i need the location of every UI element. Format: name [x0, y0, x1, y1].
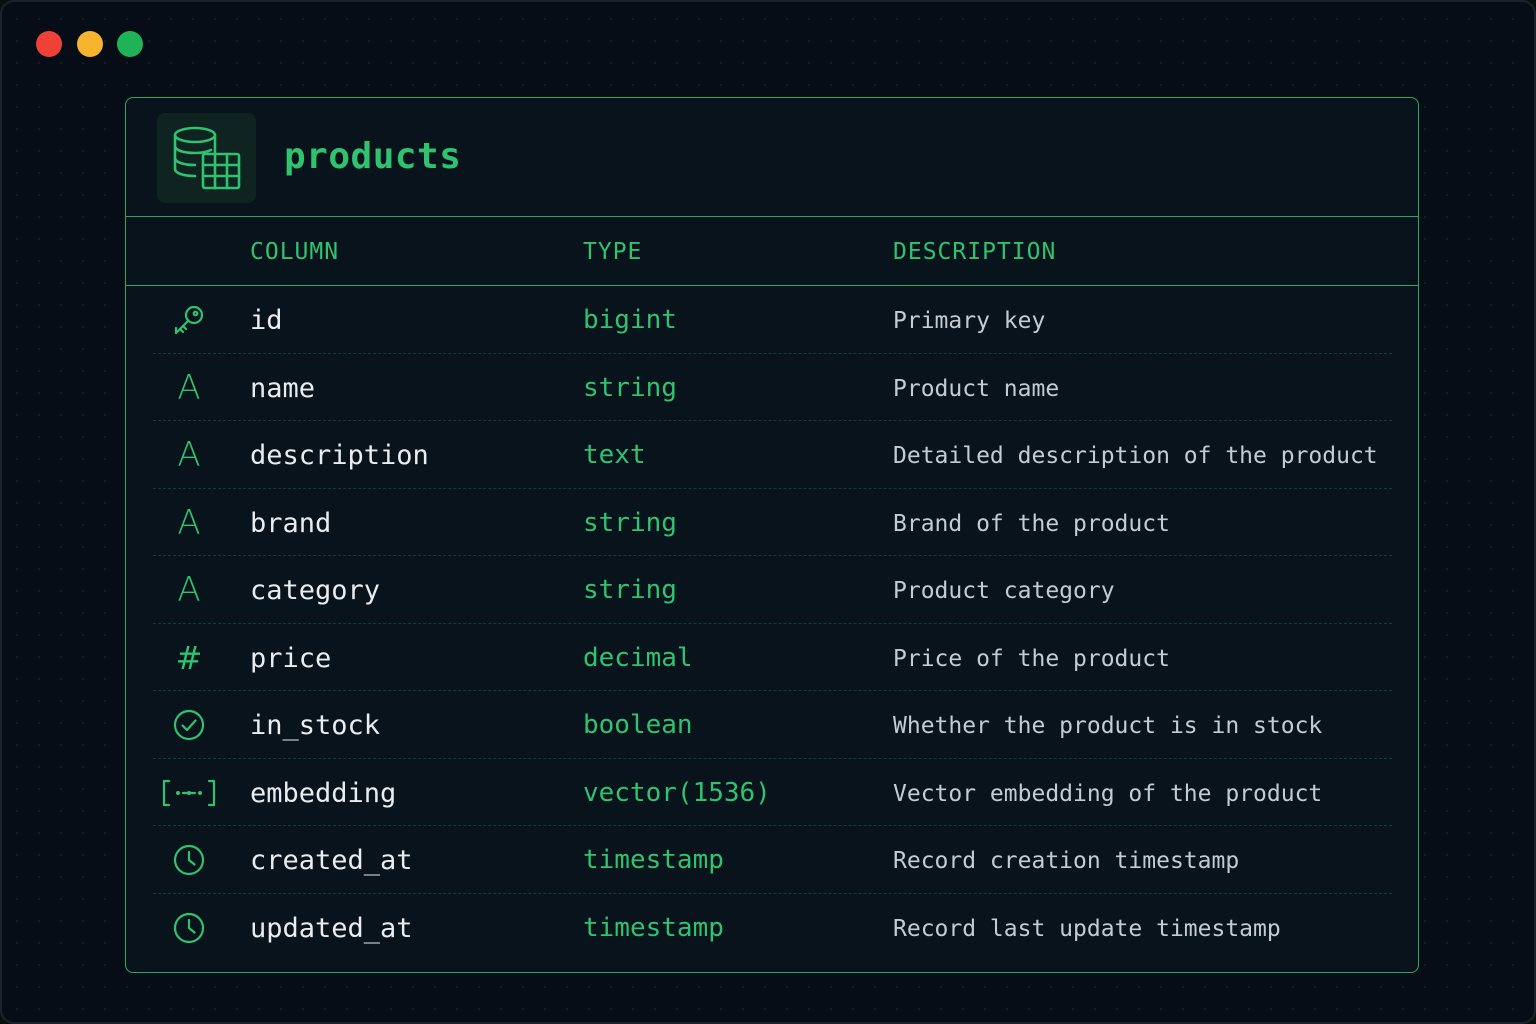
column-name: name — [250, 372, 316, 404]
column-description: Vector embedding of the product — [893, 780, 1323, 807]
column-description: Price of the product — [893, 645, 1170, 672]
column-name: price — [250, 642, 332, 674]
column-type: decimal — [583, 642, 693, 673]
database-table-icon — [157, 113, 256, 203]
table-row[interactable]: A category string Product category — [126, 556, 1418, 624]
table-rows: id bigint Primary key A name string Prod… — [126, 286, 1418, 961]
column-description: Detailed description of the product — [893, 443, 1378, 469]
text-icon: A — [177, 367, 201, 408]
text-icon: A — [177, 435, 201, 475]
column-description: Record last update timestamp — [893, 915, 1281, 942]
clock-icon — [160, 843, 218, 877]
table-row[interactable]: embedding vector(1536) Vector embedding … — [126, 759, 1418, 827]
column-type: string — [583, 507, 677, 538]
clock-icon — [160, 911, 218, 945]
column-name: created_at — [250, 845, 413, 876]
column-name: updated_at — [250, 912, 413, 944]
table-row[interactable]: A name string Product name — [126, 354, 1418, 422]
table-header: products — [126, 98, 1418, 217]
table-row[interactable]: updated_at timestamp Record last update … — [126, 894, 1418, 962]
column-type: timestamp — [583, 912, 724, 943]
text-icon: A — [177, 570, 201, 610]
column-description: Brand of the product — [893, 510, 1170, 537]
column-type: text — [583, 440, 646, 470]
key-icon — [160, 303, 218, 337]
column-header-description: DESCRIPTION — [893, 239, 1057, 265]
check-circle-icon — [160, 708, 218, 742]
table-row[interactable]: id bigint Primary key — [126, 286, 1418, 354]
column-name: brand — [250, 507, 332, 539]
column-name: id — [250, 305, 283, 336]
column-header-row: COLUMN TYPE DESCRIPTION — [126, 217, 1418, 286]
table-row[interactable]: # price decimal Price of the product — [126, 624, 1418, 692]
table-row[interactable]: in_stock boolean Whether the product is … — [126, 691, 1418, 759]
hash-icon: # — [175, 638, 203, 677]
app-window: products COLUMN TYPE DESCRIPTION id bigi… — [0, 0, 1536, 1024]
column-name: in_stock — [250, 710, 381, 741]
column-description: Whether the product is in stock — [893, 713, 1323, 739]
column-name: description — [250, 440, 429, 471]
column-header-column: COLUMN — [250, 239, 340, 265]
column-type: boolean — [583, 710, 693, 740]
schema-table-card: products COLUMN TYPE DESCRIPTION id bigi… — [125, 97, 1419, 973]
column-type: string — [583, 372, 677, 403]
vector-icon — [160, 776, 218, 810]
text-icon: A — [177, 502, 201, 543]
minimize-window-button[interactable] — [77, 31, 103, 57]
table-row[interactable]: A brand string Brand of the product — [126, 489, 1418, 557]
column-type: bigint — [583, 305, 677, 335]
column-type: vector(1536) — [583, 777, 771, 808]
table-title: products — [284, 136, 462, 177]
column-header-type: TYPE — [583, 239, 643, 265]
maximize-window-button[interactable] — [117, 31, 143, 57]
column-description: Product category — [893, 578, 1115, 604]
column-type: string — [583, 575, 677, 605]
column-description: Record creation timestamp — [893, 848, 1240, 874]
column-name: category — [250, 575, 381, 606]
column-name: embedding — [250, 777, 397, 809]
table-row[interactable]: A description text Detailed description … — [126, 421, 1418, 489]
column-description: Product name — [893, 375, 1060, 402]
column-type: timestamp — [583, 845, 724, 875]
column-description: Primary key — [893, 308, 1046, 334]
close-window-button[interactable] — [36, 31, 62, 57]
table-row[interactable]: created_at timestamp Record creation tim… — [126, 826, 1418, 894]
